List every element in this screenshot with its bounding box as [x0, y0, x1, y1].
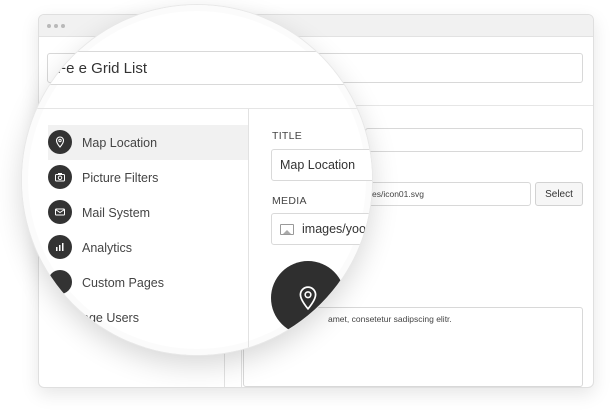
sidebar-item-manage-users[interactable]: A age Users — [48, 300, 248, 335]
map-pin-icon — [271, 261, 345, 335]
bar-chart-icon — [48, 235, 72, 259]
title-input-value: Fe e Grid List — [57, 59, 148, 77]
image-icon — [280, 224, 294, 235]
media-path-text: es/icon01.svg — [372, 189, 424, 199]
pages-icon — [48, 270, 72, 294]
magnifier-lens: Fe e Grid List Map Location Picture Filt… — [22, 5, 372, 355]
mail-icon — [48, 200, 72, 224]
sidebar-item-picture-filters[interactable]: Picture Filters — [48, 160, 248, 195]
column-divider — [248, 109, 249, 355]
media-path-field[interactable]: es/icon01.svg — [365, 182, 531, 206]
media-field[interactable]: images/yoot — [271, 213, 372, 245]
sidebar-item-label: age Users — [82, 310, 139, 325]
sidebar-item-map-location[interactable]: Map Location — [48, 125, 248, 160]
sidebar-item-label: Mail System — [82, 205, 151, 220]
sidebar-item-custom-pages[interactable]: Custom Pages — [48, 265, 248, 300]
sidebar-item-label: Analytics — [82, 240, 133, 255]
sidebar-item-label: Custom Pages — [82, 275, 164, 290]
sidebar-item-label: Picture Filters — [82, 170, 159, 185]
title-field-bg[interactable] — [365, 128, 583, 152]
title-field-value: Map Location — [280, 158, 356, 172]
sidebar-item-mail-system[interactable]: Mail System — [48, 195, 248, 230]
camera-icon — [48, 165, 72, 189]
media-label: MEDIA — [272, 195, 307, 207]
select-button-label: Select — [545, 188, 573, 200]
sidebar-item-label: Map Location — [82, 135, 158, 150]
select-button[interactable]: Select — [535, 182, 583, 206]
title-label: TITLE — [272, 130, 303, 142]
sidebar-item-analytics[interactable]: Analytics — [48, 230, 248, 265]
add-button-label: A — [55, 310, 63, 322]
separator — [22, 108, 372, 109]
media-field-value: images/yoot — [302, 222, 370, 236]
map-pin-icon — [48, 130, 72, 154]
sidebar-nav: Map Location Picture Filters Mail System… — [48, 125, 248, 335]
title-field[interactable]: Map Location — [271, 149, 372, 181]
add-button[interactable]: A — [48, 304, 70, 328]
title-input[interactable]: Fe e Grid List — [48, 51, 372, 85]
